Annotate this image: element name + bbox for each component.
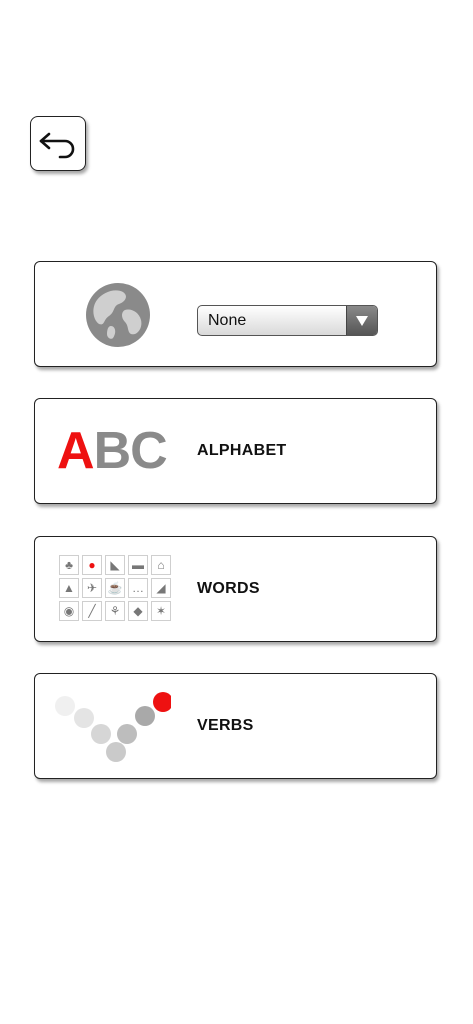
starfish-icon: ✶ xyxy=(151,601,171,621)
shapes-icon: ▲ xyxy=(59,578,79,598)
words-card[interactable]: ♣ ● ◣ ▬ ⌂ ▲ ✈ ☕… ◢ ◉ ╱ ⚘ ◆ ✶ WORDS xyxy=(34,536,437,642)
undo-arrow-icon xyxy=(39,132,75,158)
carrot-icon: ╱ xyxy=(82,601,102,621)
shoe-icon: ◣ xyxy=(105,555,125,575)
verbs-dots-icon xyxy=(55,692,171,762)
plant-icon: ⚘ xyxy=(105,601,125,621)
abc-logo-icon: ABC xyxy=(57,422,168,480)
language-card: None xyxy=(34,261,437,367)
apple-icon: ● xyxy=(82,555,102,575)
dots-icon: … xyxy=(128,578,148,598)
tractor-icon: ◉ xyxy=(59,601,79,621)
radish-icon: ♣ xyxy=(59,555,79,575)
abc-logo-letter-a: A xyxy=(57,422,95,480)
cup-icon: ☕ xyxy=(105,578,125,598)
globe-icon xyxy=(86,283,150,347)
verbs-label: VERBS xyxy=(197,717,254,734)
verbs-card[interactable]: VERBS xyxy=(34,673,437,779)
cow-icon: ▬ xyxy=(128,555,148,575)
abc-logo-letters-bc: BC xyxy=(93,422,168,480)
language-select[interactable]: None xyxy=(197,305,378,336)
house-icon: ⌂ xyxy=(151,555,171,575)
triangle-down-icon xyxy=(346,306,377,335)
back-button[interactable] xyxy=(30,116,86,171)
alphabet-label: ALPHABET xyxy=(197,442,287,459)
language-select-value: None xyxy=(208,311,247,329)
runner-icon: ✈ xyxy=(82,578,102,598)
vacuum-icon: ◢ xyxy=(151,578,171,598)
beetle-icon: ◆ xyxy=(128,601,148,621)
alphabet-card[interactable]: ABC ALPHABET xyxy=(34,398,437,504)
words-icon-grid: ♣ ● ◣ ▬ ⌂ ▲ ✈ ☕… ◢ ◉ ╱ ⚘ ◆ ✶ xyxy=(59,555,171,621)
words-label: WORDS xyxy=(197,580,260,597)
